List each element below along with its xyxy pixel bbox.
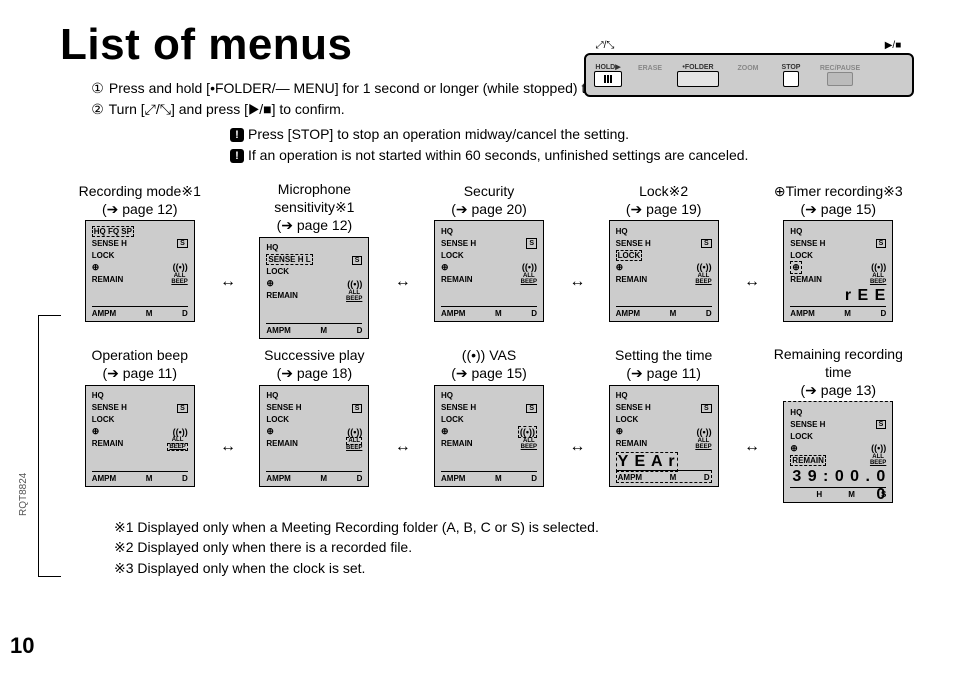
alert-icon: ! <box>230 128 244 142</box>
menu-row-1: Recording mode※1 (➔ page 12) HQ FQ SP SE… <box>64 180 914 339</box>
lcd-screen: HQ SENSE HS LOCK ⊕((•)) REMAIN ALL BEEP … <box>783 401 893 503</box>
step1-num: ① <box>90 78 105 99</box>
menu-item: Remaining recording time (➔ page 13) HQ … <box>763 345 914 504</box>
menu-label: Security (➔ page 20) <box>451 180 527 218</box>
lcd-screen: HQ SENSE HS LOCK ⊕((•)) REMAIN ALL BEEP … <box>783 220 893 322</box>
stop-button-icon <box>783 71 799 87</box>
device-left-arrow-label: ⤢/⤡ <box>590 40 620 51</box>
device-stop-label: STOP <box>782 64 801 71</box>
step2-text: Turn [⤢/⤡] and press [▶/■] to confirm. <box>109 101 345 117</box>
device-folder-label: •FOLDER <box>682 64 713 71</box>
step2-num: ② <box>90 99 105 120</box>
menu-item: Security (➔ page 20) HQ SENSE HS LOCK ⊕(… <box>413 180 564 322</box>
page-number: 10 <box>10 633 34 659</box>
footnote-3: ※3 Displayed only when the clock is set. <box>114 558 914 578</box>
folder-button-icon <box>677 71 719 87</box>
nav-arrow-icon: ↔ <box>215 273 238 291</box>
menu-item: Operation beep (➔ page 11) HQ SENSE HS L… <box>64 345 215 487</box>
menu-item: Microphone sensitivity※1 (➔ page 12) HQ … <box>239 180 390 339</box>
menu-item: ⊕Timer recording※3 (➔ page 15) HQ SENSE … <box>763 180 914 322</box>
menu-label: ⊕Timer recording※3 (➔ page 15) <box>774 180 903 218</box>
menu-label: Lock※2 (➔ page 19) <box>626 180 702 218</box>
footnotes: ※1 Displayed only when a Meeting Recordi… <box>114 517 914 578</box>
menu-item: ((•)) VAS (➔ page 15) HQ SENSE HS LOCK ⊕… <box>413 345 564 487</box>
loop-connector-icon <box>38 315 61 577</box>
lcd-screen: HQ SENSE HS LOCK ⊕((•)) REMAIN ALL BEEP … <box>434 220 544 322</box>
menu-label: ((•)) VAS (➔ page 15) <box>451 345 527 383</box>
nav-arrow-icon: ↔ <box>565 273 588 291</box>
device-right-arrow-label: ▶/■ <box>878 40 908 51</box>
nav-arrow-icon: ↔ <box>215 438 238 456</box>
device-erase-label: ERASE <box>638 65 662 72</box>
device-recpause-label: REC/PAUSE <box>820 65 860 72</box>
nav-arrow-icon: ↔ <box>739 438 762 456</box>
menu-grid: Recording mode※1 (➔ page 12) HQ FQ SP SE… <box>60 180 914 503</box>
nav-arrow-icon: ↔ <box>565 438 588 456</box>
menu-label: Setting the time (➔ page 11) <box>615 345 712 383</box>
note1: Press [STOP] to stop an operation midway… <box>248 126 629 142</box>
menu-item: Recording mode※1 (➔ page 12) HQ FQ SP SE… <box>64 180 215 322</box>
menu-item: Successive play (➔ page 18) HQ SENSE HS … <box>239 345 390 487</box>
hold-slider-icon <box>594 71 622 87</box>
note2: If an operation is not started within 60… <box>248 147 748 163</box>
alert-icon: ! <box>230 149 244 163</box>
device-hold-label: HOLD▶ <box>595 63 620 71</box>
menu-label: Remaining recording time (➔ page 13) <box>763 345 914 400</box>
device-zoom-label: ZOOM <box>738 65 759 72</box>
recpause-button-icon <box>827 72 853 86</box>
nav-arrow-icon: ↔ <box>390 273 413 291</box>
caution-notes: ! Press [STOP] to stop an operation midwa… <box>230 124 914 166</box>
menu-label: Microphone sensitivity※1 (➔ page 12) <box>239 180 390 235</box>
lcd-screen: HQ FQ SP SENSE HS LOCK ⊕((•)) REMAIN ALL… <box>85 220 195 322</box>
lcd-screen: HQ SENSE HS LOCK ⊕((•)) REMAIN ALL BEEP … <box>609 385 719 487</box>
footnote-2: ※2 Displayed only when there is a record… <box>114 537 914 557</box>
menu-label: Operation beep (➔ page 11) <box>91 345 188 383</box>
footnote-1: ※1 Displayed only when a Meeting Recordi… <box>114 517 914 537</box>
nav-arrow-icon: ↔ <box>390 438 413 456</box>
device-illustration: ⤢/⤡ ▶/■ HOLD▶ ERASE •FOLDER ZOOM STOP <box>584 40 914 97</box>
menu-label: Recording mode※1 (➔ page 12) <box>79 180 201 218</box>
lcd-screen: HQ SENSE HS LOCK ⊕((•)) REMAIN ALL BEEP … <box>259 385 369 487</box>
page: List of menus ⤢/⤡ ▶/■ HOLD▶ ERASE •FOLDE… <box>0 0 954 677</box>
nav-arrow-icon: ↔ <box>739 273 762 291</box>
menu-row-2: Operation beep (➔ page 11) HQ SENSE HS L… <box>64 345 914 504</box>
lcd-screen: HQ SENSE HS LOCK ⊕((•)) REMAIN ALL BEEP … <box>85 385 195 487</box>
lcd-screen: HQ SENSE H LS LOCK ⊕((•)) REMAIN ALL BEE… <box>259 237 369 339</box>
menu-item: Setting the time (➔ page 11) HQ SENSE HS… <box>588 345 739 487</box>
menu-label: Successive play (➔ page 18) <box>264 345 364 383</box>
lcd-screen: HQ SENSE HS LOCK ⊕((•)) REMAIN ALL BEEP … <box>434 385 544 487</box>
menu-item: Lock※2 (➔ page 19) HQ SENSE HS LOCK ⊕((•… <box>588 180 739 322</box>
lcd-screen: HQ SENSE HS LOCK ⊕((•)) REMAIN ALL BEEP … <box>609 220 719 322</box>
doc-code: RQT8824 <box>18 473 29 516</box>
